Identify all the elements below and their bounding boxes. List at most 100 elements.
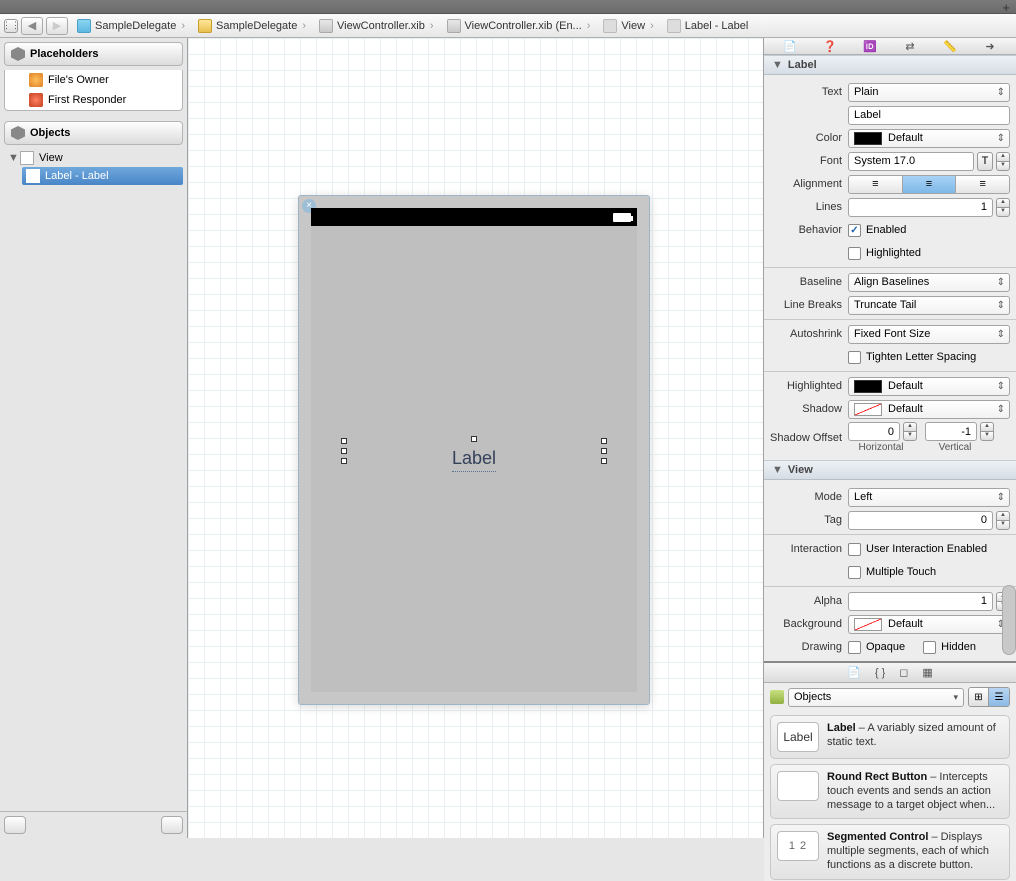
autoshrink-popup[interactable]: Fixed Font Size	[848, 325, 1010, 344]
tighten-text: Tighten Letter Spacing	[866, 351, 976, 363]
objects-header[interactable]: Objects	[4, 121, 183, 145]
library-view-toggle[interactable]: ⊞☰	[968, 687, 1010, 707]
breadcrumb-project[interactable]: SampleDelegate	[71, 14, 192, 38]
filter-button[interactable]	[4, 816, 26, 834]
text-mode-popup[interactable]: Plain	[848, 83, 1010, 102]
view-section-header[interactable]: ▼View	[764, 460, 1016, 480]
background-popup[interactable]: Default	[848, 615, 1010, 634]
placeholders-header[interactable]: Placeholders	[4, 42, 183, 66]
selection-handle[interactable]	[341, 438, 347, 444]
library-filter-bar: Objects ⊞☰	[764, 683, 1016, 711]
library-filter-popup[interactable]: Objects	[788, 688, 964, 707]
autoshrink-label: Autoshrink	[770, 328, 848, 340]
breadcrumb-file[interactable]: ViewController.xib	[313, 14, 441, 38]
selection-handle[interactable]	[341, 458, 347, 464]
hidden-checkbox[interactable]	[923, 641, 936, 654]
files-owner-row[interactable]: File's Owner	[5, 70, 182, 90]
library-items: Label Label – A variably sized amount of…	[764, 711, 1016, 881]
breadcrumb-folder[interactable]: SampleDelegate	[192, 14, 313, 38]
file-inspector-tab[interactable]: 📄	[781, 38, 799, 54]
font-picker-button[interactable]: T	[977, 152, 993, 171]
xib-icon	[319, 19, 333, 33]
color-swatch	[854, 132, 882, 145]
selection-handle[interactable]	[601, 458, 607, 464]
label-icon	[667, 19, 681, 33]
mode-popup[interactable]: Left	[848, 488, 1010, 507]
opaque-checkbox[interactable]	[848, 641, 861, 654]
disclosure-icon[interactable]: ▼	[8, 152, 18, 164]
scrollbar[interactable]	[1002, 585, 1016, 655]
canvas-label[interactable]: Label	[452, 448, 496, 469]
library-item-segmented[interactable]: 1 2 Segmented Control – Displays multipl…	[770, 824, 1010, 879]
tree-view-row[interactable]: ▼ View	[4, 149, 183, 167]
alpha-input[interactable]	[848, 592, 993, 611]
text-value-input[interactable]	[848, 106, 1010, 125]
shadow-h-input[interactable]	[848, 422, 900, 441]
device-frame[interactable]: × Label	[298, 195, 650, 705]
selection-handle[interactable]	[601, 438, 607, 444]
breadcrumb-view[interactable]: View	[597, 14, 660, 38]
tag-input[interactable]	[848, 511, 993, 530]
lines-input[interactable]	[848, 198, 993, 217]
breadcrumb-label: ViewController.xib (En...	[465, 20, 582, 32]
add-tab-icon[interactable]: +	[1002, 0, 1010, 15]
canvas[interactable]: × Label	[188, 38, 764, 838]
identity-inspector-tab[interactable]: 🆔	[861, 38, 879, 54]
nav-back-button[interactable]: ◀	[21, 17, 43, 35]
lines-stepper[interactable]: ▲▼	[996, 198, 1010, 217]
first-responder-row[interactable]: First Responder	[5, 90, 182, 110]
selection-handle[interactable]	[601, 448, 607, 454]
related-items-icon[interactable]: ⋮⋮	[4, 19, 18, 33]
user-interaction-checkbox[interactable]	[848, 543, 861, 556]
shadow-h-stepper[interactable]: ▲▼	[903, 422, 917, 441]
shadow-v-stepper[interactable]: ▲▼	[980, 422, 994, 441]
align-left-button[interactable]: ≡	[849, 176, 903, 193]
library-item-button[interactable]: Round Rect Button – Intercepts touch eve…	[770, 764, 1010, 819]
multiple-touch-checkbox[interactable]	[848, 566, 861, 579]
color-value: Default	[888, 132, 923, 144]
size-inspector-tab[interactable]: 📏	[941, 38, 959, 54]
alignment-segmented[interactable]: ≡ ≡ ≡	[848, 175, 1010, 194]
nav-forward-button[interactable]: ▶	[46, 17, 68, 35]
project-icon	[77, 19, 91, 33]
quick-help-tab[interactable]: ❓	[821, 38, 839, 54]
objects-title: Objects	[30, 127, 70, 139]
grid-view-button[interactable]: ⊞	[969, 688, 989, 706]
linebreaks-popup[interactable]: Truncate Tail	[848, 296, 1010, 315]
highlighted-color-popup[interactable]: Default	[848, 377, 1010, 396]
font-stepper[interactable]: ▲▼	[996, 152, 1010, 171]
breadcrumb-label: Label - Label	[685, 20, 749, 32]
library-item-label[interactable]: Label Label – A variably sized amount of…	[770, 715, 1010, 759]
media-library-tab[interactable]: ▦	[922, 666, 932, 679]
inspector-panel: 📄 ❓ 🆔 ⇄ 📏 ➜ ▼Label TextPlain ColorDefaul…	[764, 38, 1016, 838]
font-field[interactable]: System 17.0	[848, 152, 974, 171]
breadcrumb-label-item[interactable]: Label - Label	[661, 14, 756, 38]
highlighted-checkbox[interactable]	[848, 247, 861, 260]
code-snippet-tab[interactable]: { }	[875, 667, 885, 679]
selection-handle[interactable]	[341, 448, 347, 454]
shadow-v-input[interactable]	[925, 422, 977, 441]
connections-inspector-tab[interactable]: ➜	[981, 38, 999, 54]
tighten-checkbox[interactable]	[848, 351, 861, 364]
file-template-tab[interactable]: 📄	[847, 666, 861, 679]
color-popup[interactable]: Default	[848, 129, 1010, 148]
tag-stepper[interactable]: ▲▼	[996, 511, 1010, 530]
baseline-popup[interactable]: Align Baselines	[848, 273, 1010, 292]
highlighted-color-label: Highlighted	[770, 380, 848, 392]
attributes-inspector-tab[interactable]: ⇄	[901, 38, 919, 54]
mode-label: Mode	[770, 491, 848, 503]
breadcrumb-label: View	[621, 20, 645, 32]
shadow-popup[interactable]: Default	[848, 400, 1010, 419]
library-tabs: 📄 { } ◻ ▦	[764, 663, 1016, 683]
align-center-button[interactable]: ≡	[903, 176, 957, 193]
selection-handle[interactable]	[471, 436, 477, 442]
breadcrumb-localization[interactable]: ViewController.xib (En...	[441, 14, 598, 38]
enabled-checkbox[interactable]: ✓	[848, 224, 861, 237]
object-library-tab[interactable]: ◻	[899, 666, 908, 679]
align-right-button[interactable]: ≡	[956, 176, 1009, 193]
label-section-header[interactable]: ▼Label	[764, 55, 1016, 75]
toggle-outline-button[interactable]	[161, 816, 183, 834]
user-interaction-text: User Interaction Enabled	[866, 543, 987, 555]
list-view-button[interactable]: ☰	[989, 688, 1009, 706]
tree-label-row[interactable]: Label - Label	[22, 167, 183, 185]
